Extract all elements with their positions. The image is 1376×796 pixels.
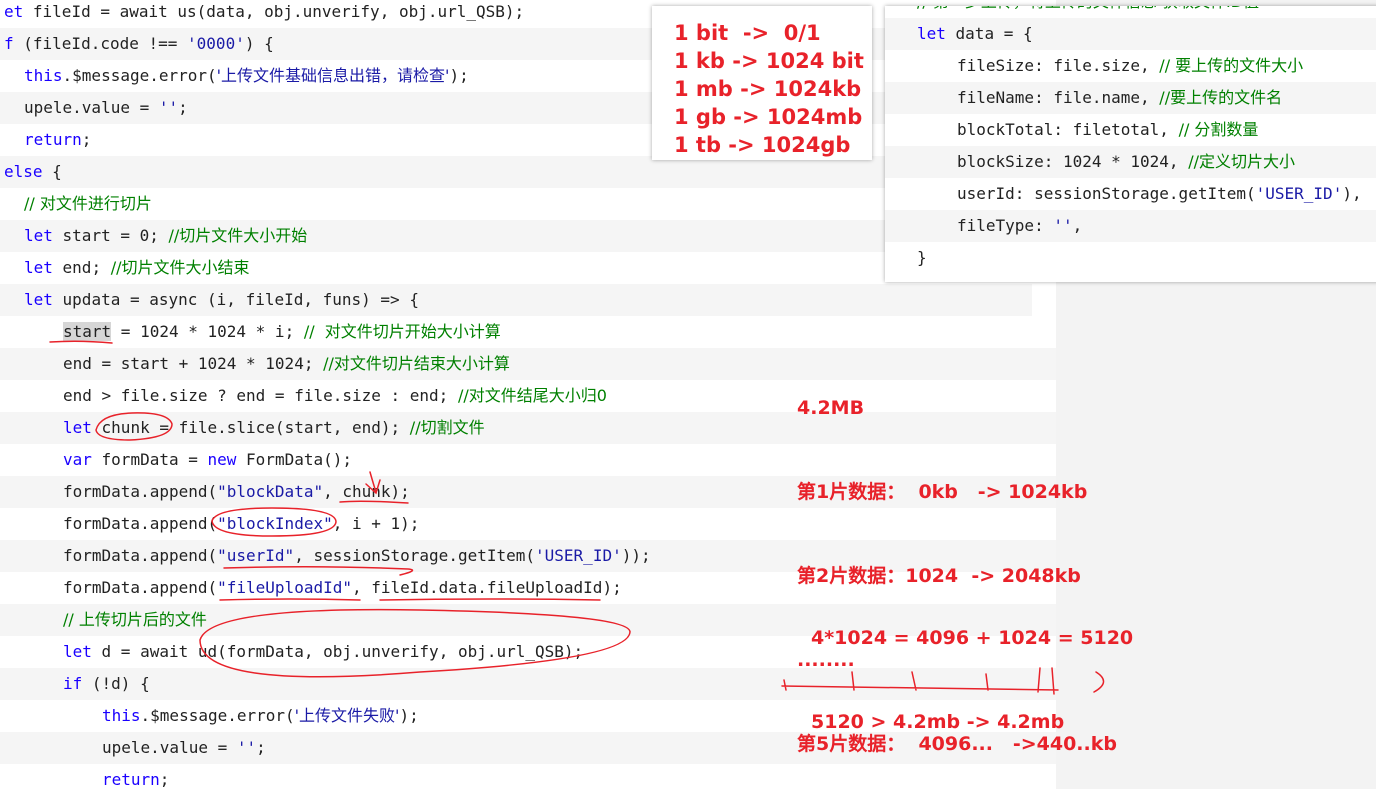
underline-fileuploadid xyxy=(219,598,601,601)
circle-ud-call xyxy=(199,608,631,678)
arrow-chunk xyxy=(365,471,381,495)
circle-chunk xyxy=(95,412,173,441)
tick-line xyxy=(781,667,1105,695)
pen-annotations xyxy=(49,340,1105,695)
underline-userid xyxy=(223,565,414,576)
underline-start xyxy=(49,340,113,344)
circle-blockindex xyxy=(211,507,337,537)
underline-chunk xyxy=(339,500,409,504)
